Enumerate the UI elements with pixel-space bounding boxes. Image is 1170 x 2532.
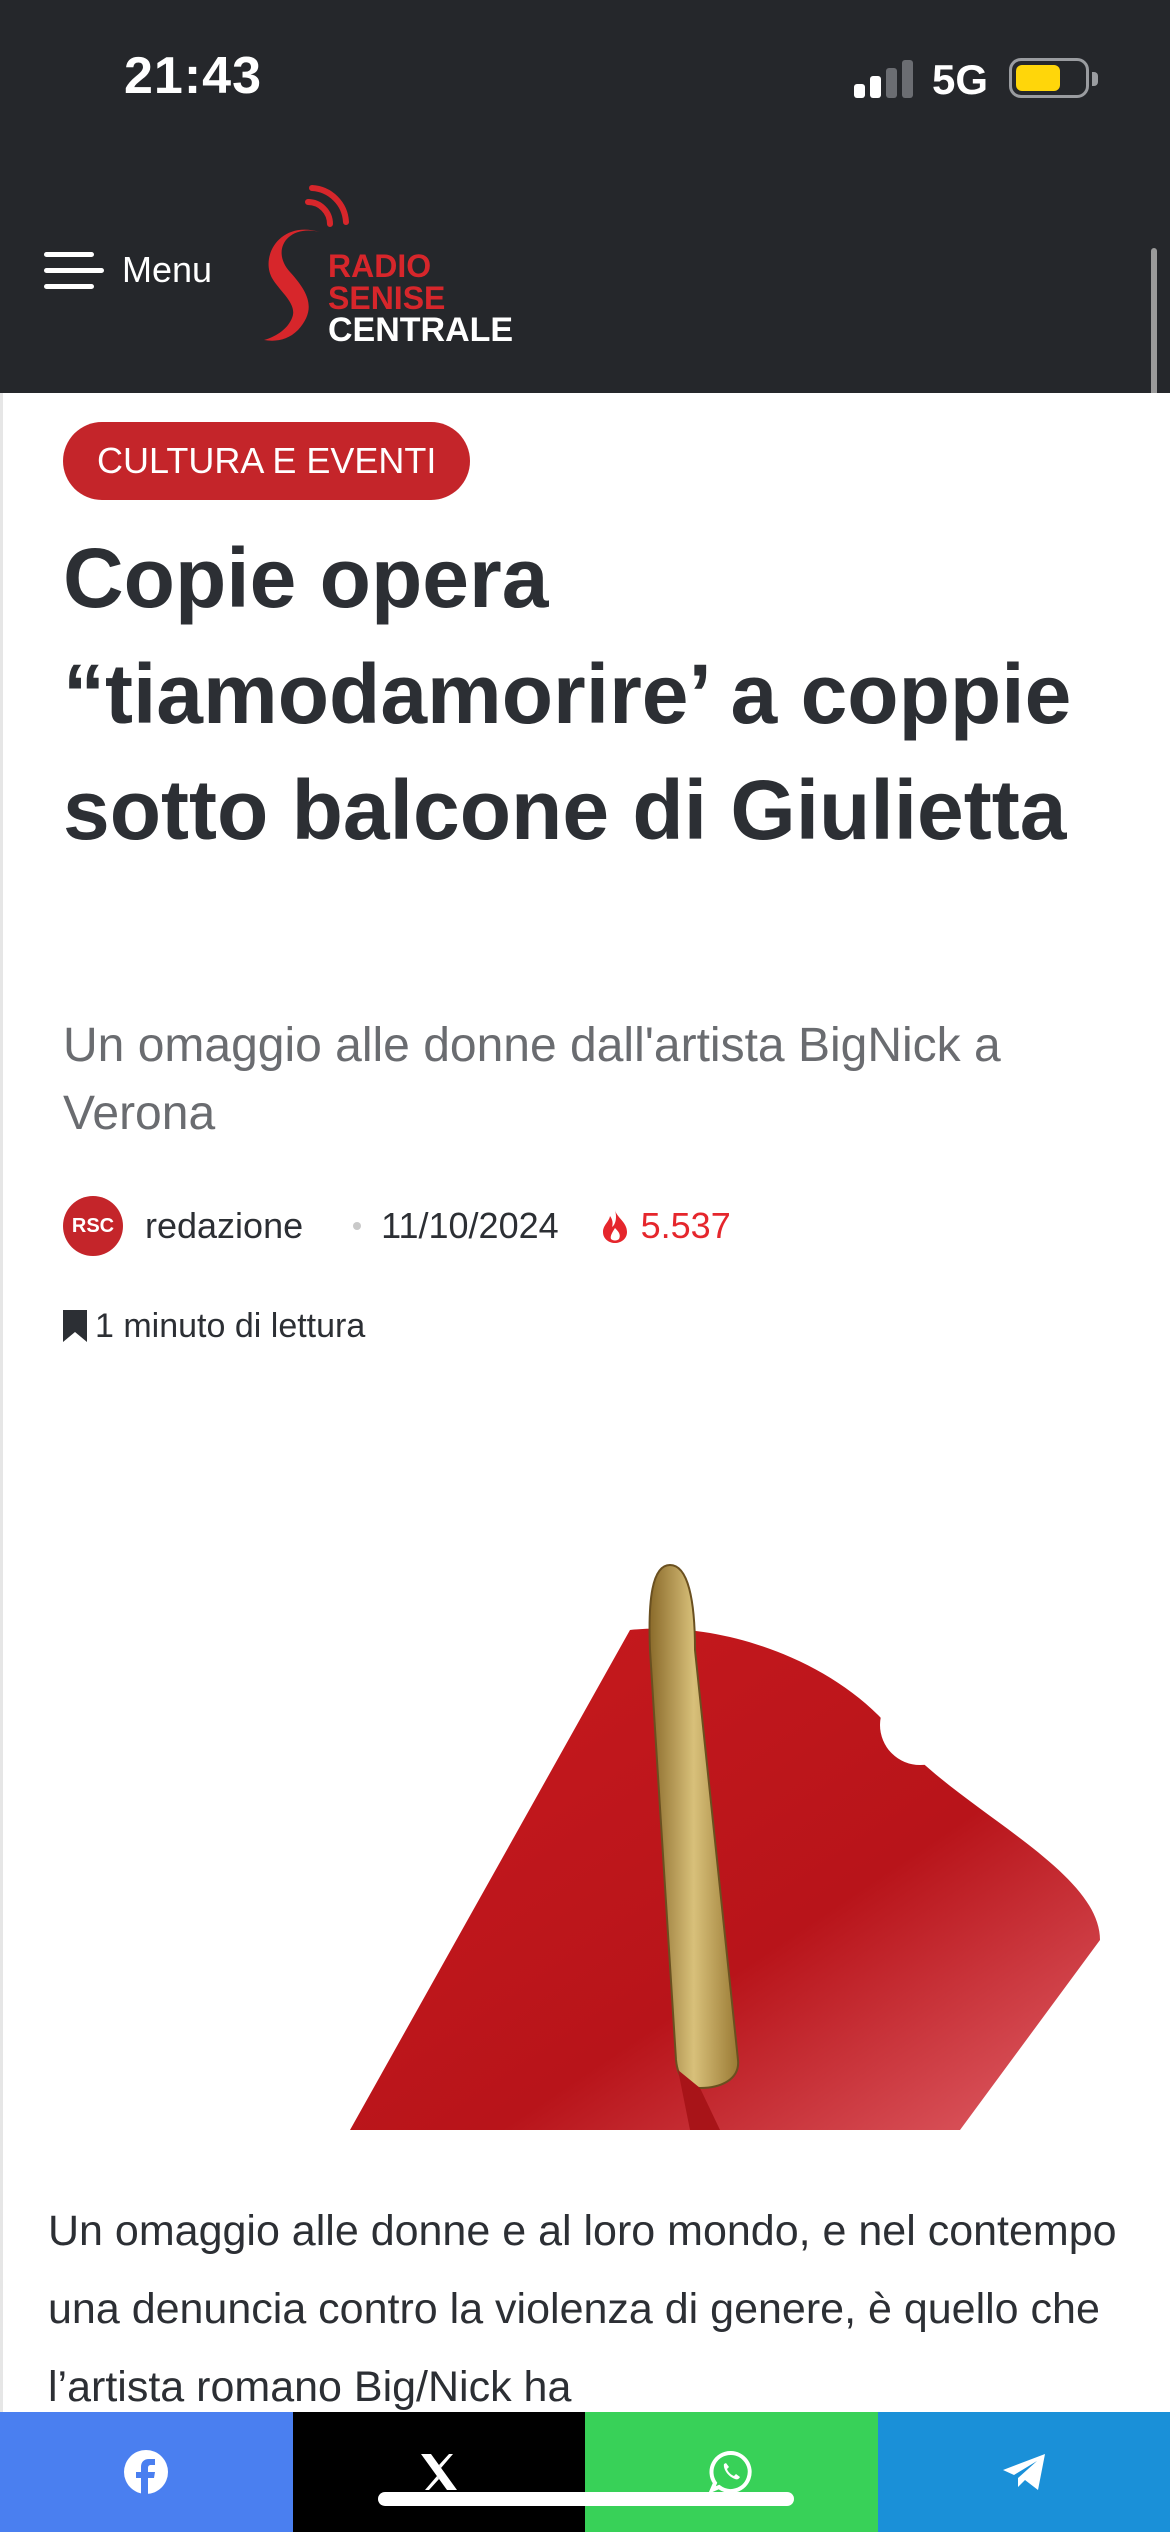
site-logo[interactable]: RADIO SENISE CENTRALE — [258, 180, 518, 355]
author-avatar[interactable]: RSC — [63, 1196, 123, 1256]
share-bar — [0, 2412, 1170, 2532]
share-facebook-button[interactable] — [0, 2412, 293, 2532]
battery-icon — [1009, 58, 1098, 98]
share-telegram-button[interactable] — [877, 2412, 1170, 2532]
cellular-signal-icon — [854, 60, 914, 98]
article-body: Un omaggio alle donne e al loro mondo, e… — [48, 2207, 1117, 2411]
facebook-icon — [124, 2450, 169, 2495]
view-count-value: 5.537 — [640, 1205, 731, 1246]
menu-label: Menu — [122, 249, 213, 290]
view-count: 5.537 — [599, 1205, 731, 1247]
article-title: Copie opera “tiamodamorire’ a coppie sot… — [63, 531, 1072, 857]
author-name[interactable]: redazione — [145, 1205, 303, 1247]
share-whatsapp-button[interactable] — [585, 2412, 878, 2532]
logo-wordmark: RADIO SENISE CENTRALE — [328, 248, 514, 349]
read-time: 1 minuto di lettura — [63, 1306, 365, 1346]
publish-date: 11/10/2024 — [381, 1205, 559, 1246]
whatsapp-icon — [709, 2450, 752, 2494]
menu-button[interactable]: Menu — [44, 240, 212, 300]
meta-separator — [353, 1222, 362, 1230]
home-indicator[interactable] — [378, 2492, 794, 2506]
fire-icon — [602, 1210, 627, 1243]
article-hero-image[interactable] — [200, 1540, 1100, 2130]
read-time-label: 1 minuto di lettura — [95, 1306, 366, 1345]
status-time: 21:43 — [124, 47, 262, 105]
network-type: 5G — [932, 56, 989, 103]
category-badge[interactable]: CULTURA E EVENTI — [63, 422, 471, 500]
share-x-button[interactable] — [292, 2412, 585, 2532]
article-meta: RSC redazione 11/10/2024 5.537 — [63, 1196, 731, 1256]
app-header: 21:43 5G Menu RADIO SENISE CENTRALE — [0, 0, 1170, 393]
bookmark-icon — [63, 1310, 87, 1342]
hamburger-icon — [44, 246, 104, 294]
telegram-icon — [1002, 2454, 1045, 2490]
x-icon — [420, 2454, 457, 2490]
article-subtitle: Un omaggio alle donne dall'artista BigNi… — [63, 1019, 1001, 1140]
